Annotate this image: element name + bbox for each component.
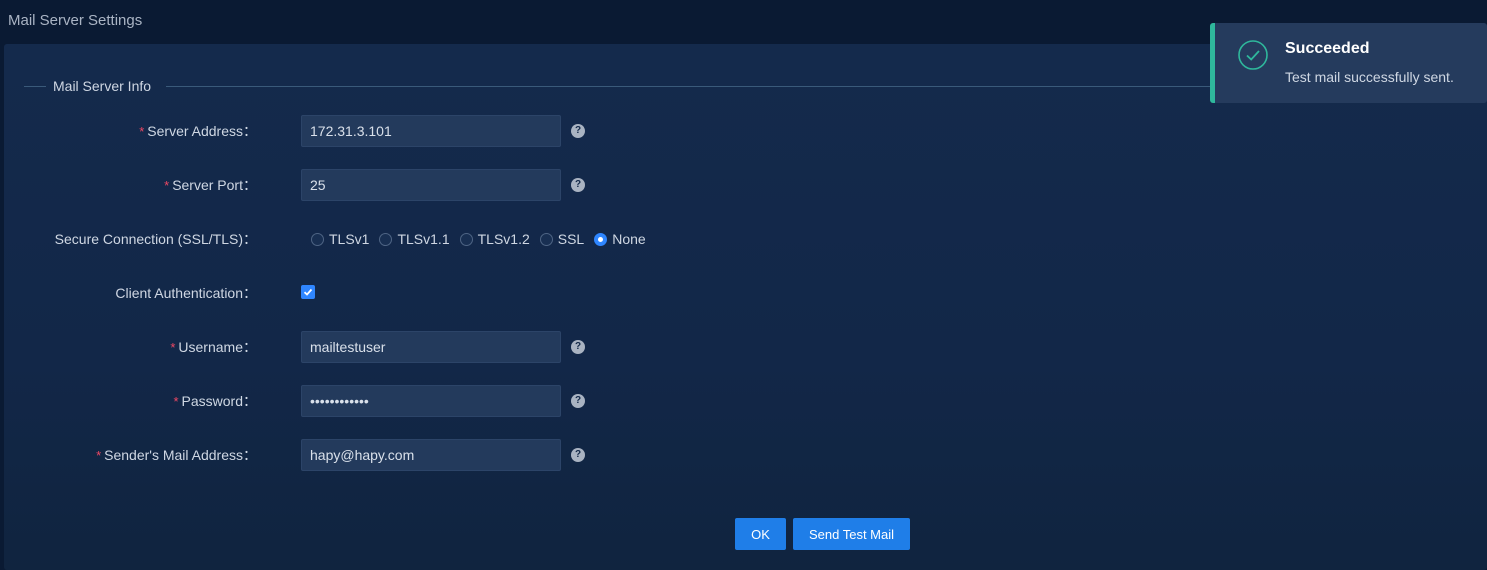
section-title: Mail Server Info: [53, 78, 152, 94]
help-icon[interactable]: ?: [571, 178, 585, 192]
radio-circle-icon: [459, 232, 473, 246]
radio-tlsv1-1[interactable]: TLSv1.1: [379, 231, 450, 247]
server-port-input[interactable]: 25: [301, 169, 561, 201]
required-marker: *: [173, 394, 179, 409]
legend-line-right: [166, 86, 1234, 87]
success-check-icon: [1238, 40, 1268, 70]
radio-tlsv1-2[interactable]: TLSv1.2: [459, 231, 530, 247]
required-marker: *: [139, 124, 145, 139]
radio-circle-icon: [379, 232, 393, 246]
required-marker: *: [96, 448, 102, 463]
sender-label: * Sender's Mail Address：: [96, 447, 257, 463]
toast-message: Test mail successfully sent.: [1285, 69, 1454, 85]
username-label: * Username：: [170, 339, 257, 355]
username-row: * Username： mailtestuser ?: [4, 331, 904, 363]
required-marker: *: [170, 340, 176, 355]
radio-tlsv1[interactable]: TLSv1: [311, 231, 369, 247]
help-icon[interactable]: ?: [571, 124, 585, 138]
secure-connection-radio-group: TLSv1 TLSv1.1 TLSv1.2 SSL None: [311, 223, 656, 255]
client-auth-label: Client Authentication：: [115, 285, 257, 301]
server-port-label: * Server Port：: [164, 177, 257, 193]
settings-panel: Mail Server Info * Server Address： 172.31…: [4, 44, 1487, 570]
sender-row: * Sender's Mail Address： hapy@hapy.com ?: [4, 439, 904, 471]
help-icon[interactable]: ?: [571, 340, 585, 354]
password-row: * Password： •••••••••••• ?: [4, 385, 904, 417]
radio-none[interactable]: None: [594, 231, 646, 247]
server-address-row: * Server Address： 172.31.3.101 ?: [4, 115, 904, 147]
radio-circle-icon: [539, 232, 553, 246]
secure-connection-label: Secure Connection (SSL/TLS)：: [54, 231, 257, 247]
page-title: Mail Server Settings: [8, 12, 143, 29]
ok-button[interactable]: OK: [735, 518, 786, 550]
send-test-mail-button[interactable]: Send Test Mail: [793, 518, 910, 550]
password-label: * Password：: [173, 393, 257, 409]
password-input[interactable]: ••••••••••••: [301, 385, 561, 417]
server-port-row: * Server Port： 25 ?: [4, 169, 904, 201]
client-auth-checkbox[interactable]: [301, 285, 315, 299]
server-address-label: * Server Address：: [139, 123, 257, 139]
radio-ssl[interactable]: SSL: [539, 231, 584, 247]
success-toast: Succeeded Test mail successfully sent.: [1210, 23, 1487, 103]
checkmark-icon: [303, 288, 313, 296]
radio-selected-icon: [594, 232, 608, 246]
help-icon[interactable]: ?: [571, 394, 585, 408]
radio-circle-icon: [311, 232, 324, 246]
section-legend: Mail Server Info: [24, 74, 1234, 94]
secure-connection-row: Secure Connection (SSL/TLS)： TLSv1 TLSv1…: [4, 223, 904, 255]
toast-title: Succeeded: [1285, 40, 1370, 57]
required-marker: *: [164, 178, 170, 193]
legend-line-left: [24, 86, 46, 87]
client-auth-row: Client Authentication：: [4, 277, 904, 309]
username-input[interactable]: mailtestuser: [301, 331, 561, 363]
server-address-input[interactable]: 172.31.3.101: [301, 115, 561, 147]
sender-input[interactable]: hapy@hapy.com: [301, 439, 561, 471]
help-icon[interactable]: ?: [571, 448, 585, 462]
